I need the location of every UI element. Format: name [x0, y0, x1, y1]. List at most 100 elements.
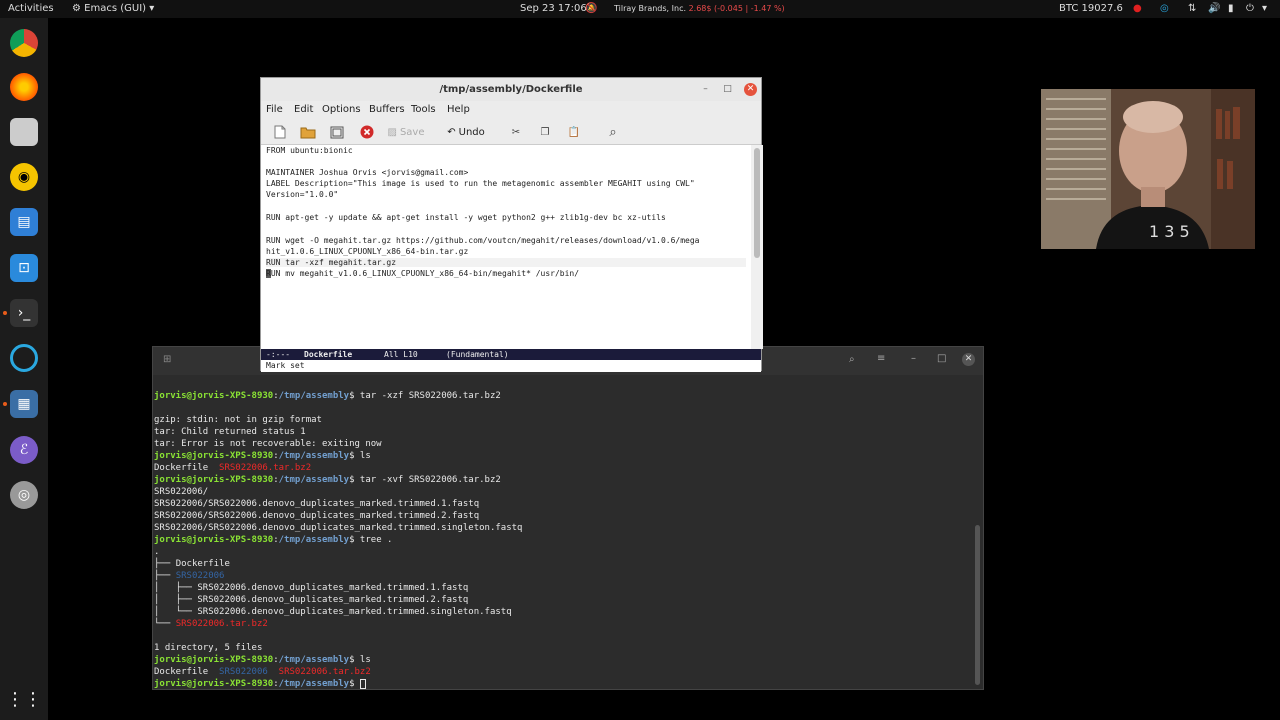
files-icon[interactable]: [10, 118, 38, 146]
scrollbar-thumb[interactable]: [975, 525, 980, 685]
terminal-output[interactable]: jorvis@jorvis-XPS-8930:/tmp/assembly$ ta…: [153, 375, 971, 691]
menu-help[interactable]: Help: [447, 104, 470, 115]
software-center-icon[interactable]: ⊡: [10, 254, 38, 282]
mode-line: -:--- Dockerfile All L10 (Fundamental): [261, 349, 761, 360]
toolbar: ▨ Save ↶ Undo ✂ ❐ 📋 ⌕: [261, 119, 761, 145]
chevron-down-icon: ▾: [149, 3, 155, 14]
menu-edit[interactable]: Edit: [294, 104, 313, 115]
terminal-line: │ ├── SRS022006.denovo_duplicates_marked…: [154, 595, 469, 605]
menu-buffers[interactable]: Buffers: [369, 104, 405, 115]
dired-icon[interactable]: [329, 124, 345, 140]
editor-buffer[interactable]: FROM ubuntu:bionic MAINTAINER Joshua Orv…: [261, 145, 751, 349]
scrollbar-thumb[interactable]: [754, 148, 760, 258]
app-menu[interactable]: ⚙ Emacs (GUI) ▾: [72, 3, 154, 14]
code-line: RUN apt-get -y update && apt-get install…: [266, 213, 666, 222]
terminal-line: gzip: stdin: not in gzip format: [154, 415, 322, 425]
copy-icon[interactable]: ❐: [538, 124, 552, 140]
terminal-line: tar: Error is not recoverable: exiting n…: [154, 439, 382, 449]
search-icon[interactable]: ⌕: [849, 354, 855, 365]
modeline-buffer[interactable]: Dockerfile: [304, 350, 352, 359]
new-tab-icon[interactable]: ⊞: [163, 354, 171, 365]
emacs-icon[interactable]: ℰ: [10, 436, 38, 464]
network-icon[interactable]: ⇅: [1188, 3, 1196, 14]
terminal-line: jorvis@jorvis-XPS-8930:/tmp/assembly$ tr…: [154, 535, 393, 545]
terminal-prompt-line[interactable]: jorvis@jorvis-XPS-8930:/tmp/assembly$: [154, 678, 366, 690]
stock-change: (-0.045 | -1.47 %): [714, 4, 785, 13]
clock[interactable]: Sep 23 17:06: [520, 3, 587, 14]
record-icon[interactable]: ●: [1133, 3, 1142, 14]
stock-price: 2.68$: [688, 4, 712, 13]
undo-label: Undo: [458, 126, 485, 138]
show-apps-icon[interactable]: ⋮⋮: [6, 685, 42, 713]
open-folder-icon[interactable]: [300, 124, 316, 140]
terminal-line: Dockerfile SRS022006 SRS022006.tar.bz2: [154, 667, 371, 677]
code-line: RUN wget -O megahit.tar.gz https://githu…: [266, 236, 700, 245]
notification-bell-icon[interactable]: 🔕: [585, 3, 597, 14]
modeline-status: -:---: [266, 350, 291, 359]
menu-icon[interactable]: ≡: [877, 353, 885, 364]
editor-scrollbar[interactable]: [751, 145, 763, 349]
screenshot-icon[interactable]: ▦: [10, 390, 38, 418]
svg-text:1 3 5: 1 3 5: [1149, 222, 1190, 241]
new-file-icon[interactable]: [273, 124, 287, 140]
maximize-icon[interactable]: □: [721, 83, 734, 96]
chevron-down-icon[interactable]: ▾: [1262, 3, 1267, 14]
desktop: Activities ⚙ Emacs (GUI) ▾ Sep 23 17:06 …: [0, 0, 1280, 720]
battery-icon[interactable]: ▮: [1228, 3, 1234, 14]
terminal-line: │ ├── SRS022006.denovo_duplicates_marked…: [154, 583, 469, 593]
disk-icon[interactable]: ◎: [10, 481, 38, 509]
emacs-window[interactable]: /tmp/assembly/Dockerfile – □ ✕ File Edit…: [260, 77, 763, 372]
undo-button[interactable]: ↶ Undo: [444, 124, 488, 140]
close-icon[interactable]: ✕: [962, 353, 975, 366]
dock: ◉ ▤ ⊡ ›_ ▦ ℰ ◎ ⋮⋮: [0, 18, 48, 720]
close-icon[interactable]: ✕: [744, 83, 757, 96]
activities-button[interactable]: Activities: [8, 3, 54, 14]
paste-icon[interactable]: 📋: [567, 124, 581, 140]
writer-icon[interactable]: ▤: [10, 208, 38, 236]
terminal-line: tar: Child returned status 1: [154, 427, 306, 437]
menu-bar: File Edit Options Buffers Tools Help: [261, 101, 761, 119]
terminal-line: SRS022006/SRS022006.denovo_duplicates_ma…: [154, 499, 480, 509]
terminal-line: ├── SRS022006: [154, 571, 225, 581]
power-icon[interactable]: ⏻: [1246, 3, 1254, 14]
code-line: FROM ubuntu:bionic: [266, 146, 353, 155]
chrome-icon[interactable]: [10, 29, 38, 57]
terminal-line: jorvis@jorvis-XPS-8930:/tmp/assembly$ ls: [154, 451, 371, 461]
terminal-line: └── SRS022006.tar.bz2: [154, 619, 268, 629]
running-indicator: [3, 402, 7, 406]
cut-icon[interactable]: ✂: [509, 124, 523, 140]
rhythmbox-icon[interactable]: ◉: [10, 163, 38, 191]
terminal-window[interactable]: ⊞ ⌕ ≡ – □ ✕ jorvis@jorvis-XPS-8930:/tmp/…: [152, 346, 984, 690]
btc-ticker[interactable]: BTC 19027.6: [1059, 3, 1123, 14]
terminal-line: Dockerfile SRS022006.tar.bz2: [154, 463, 312, 473]
menu-options[interactable]: Options: [322, 104, 361, 115]
stock-name: Tilray Brands, Inc.: [614, 4, 687, 13]
save-icon: ▨: [387, 126, 397, 138]
minibuffer[interactable]: Mark set: [261, 360, 761, 372]
code-line: MAINTAINER Joshua Orvis <jorvis@gmail.co…: [266, 168, 469, 177]
menu-tools[interactable]: Tools: [411, 104, 436, 115]
firefox-icon[interactable]: [10, 73, 38, 101]
kill-buffer-icon[interactable]: [359, 124, 375, 140]
maximize-icon[interactable]: □: [937, 353, 946, 364]
terminal-scrollbar[interactable]: [971, 375, 985, 691]
modeline-mode[interactable]: (Fundamental): [446, 350, 509, 359]
terminal-line: │ └── SRS022006.denovo_duplicates_marked…: [154, 607, 512, 617]
volume-icon[interactable]: 🔊: [1208, 3, 1220, 14]
window-title[interactable]: /tmp/assembly/Dockerfile: [261, 78, 761, 101]
terminal-cursor: [359, 678, 366, 689]
minimize-icon[interactable]: –: [911, 353, 916, 364]
code-line: RUN mv megahit_v1.0.6_LINUX_CPUONLY_x86_…: [266, 269, 580, 278]
code-line: LABEL Description="This image is used to…: [266, 179, 700, 188]
code-line-highlighted: RUN tar -xzf megahit.tar.gz: [266, 258, 746, 267]
stock-ticker[interactable]: Tilray Brands, Inc. 2.68$ (-0.045 | -1.4…: [614, 4, 785, 13]
terminal-line: 1 directory, 5 files: [154, 643, 263, 653]
sync-icon[interactable]: ◎: [1160, 3, 1169, 14]
minimize-icon[interactable]: –: [699, 83, 712, 96]
save-button[interactable]: ▨ Save: [387, 124, 425, 140]
terminal-icon[interactable]: ›_: [10, 299, 38, 327]
sync-app-icon[interactable]: [10, 344, 38, 372]
search-icon[interactable]: ⌕: [606, 124, 620, 140]
menu-file[interactable]: File: [266, 104, 283, 115]
terminal-line: SRS022006/SRS022006.denovo_duplicates_ma…: [154, 511, 480, 521]
